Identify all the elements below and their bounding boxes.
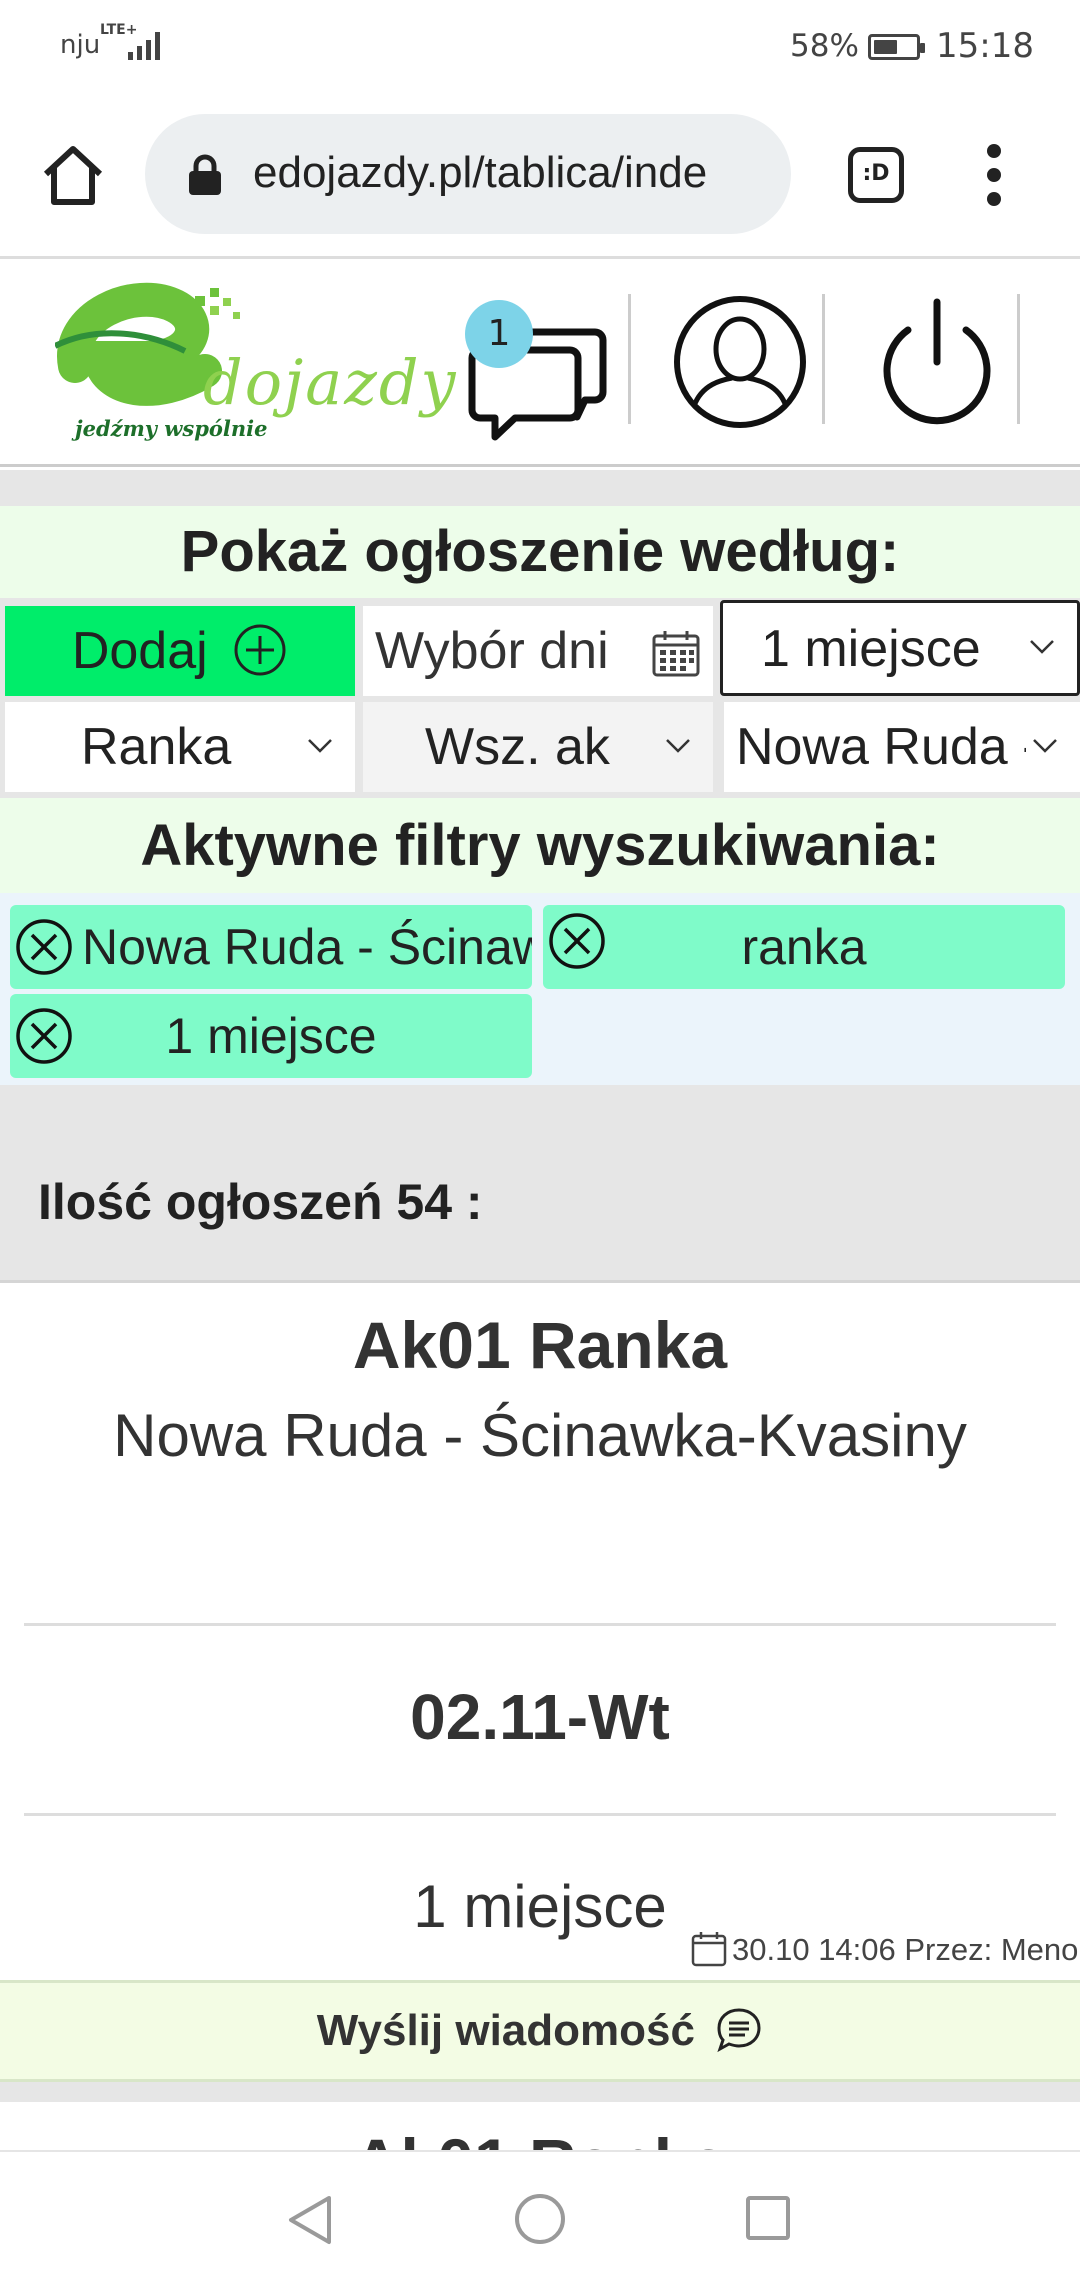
send-message-label: Wyślij wiadomość <box>316 2006 695 2055</box>
filter-controls: Dodaj Wybór dni 1 miejsce Ranka Wsz. ak <box>0 598 1080 798</box>
header-divider <box>822 294 825 424</box>
lock-icon <box>189 154 221 195</box>
listing-meta-text: 30.10 14:06 Przez: Meno <box>732 1932 1079 1967</box>
route-select[interactable]: Nowa Ruda - Ścinawka-Kvasiny <box>724 702 1080 792</box>
remove-filter-icon[interactable] <box>547 911 607 971</box>
filter-chip-time: ranka <box>543 905 1065 989</box>
listing-title: Ak01 Ranka <box>352 1308 728 1382</box>
header-divider <box>628 294 631 424</box>
listing-seats: 1 miejsce <box>413 1873 667 1940</box>
day-picker-label: Wybór dni <box>375 622 609 680</box>
carrier-name: nju <box>60 30 101 60</box>
header-divider <box>1017 294 1020 424</box>
clock: 15:18 <box>936 26 1034 66</box>
divider <box>24 1623 1056 1626</box>
chevron-down-icon <box>308 739 332 753</box>
site-header: dojazdy jedźmy wspólnie 1 <box>0 262 1080 467</box>
overflow-menu-icon[interactable] <box>975 140 1015 210</box>
day-picker-button[interactable]: Wybór dni <box>363 606 713 696</box>
status-bar: nju LTE+ 58% 15:18 <box>0 0 1080 92</box>
listing-route: Nowa Ruda - Ścinawka-Kvasiny <box>113 1402 967 1469</box>
add-listing-button[interactable]: Dodaj <box>5 606 355 696</box>
ak-select[interactable]: Wsz. ak <box>363 702 713 792</box>
listing-meta: 30.10 14:06 Przez: Meno <box>690 1931 1079 1968</box>
filters-heading: Pokaż ogłoszenie według: <box>0 506 1080 598</box>
messages-badge: 1 <box>465 300 533 368</box>
browser-toolbar: edojazdy.pl/tablica/inde :D <box>0 92 1080 259</box>
plus-circle-icon <box>234 624 286 676</box>
calendar-icon <box>652 631 700 677</box>
results-count-bar: Ilość ogłoszeń 54 : <box>0 1085 1080 1283</box>
battery-percent: 58% <box>790 28 859 64</box>
add-listing-label: Dodaj <box>71 622 208 680</box>
logo-tagline: jedźmy wspólnie <box>75 416 268 441</box>
chevron-down-icon <box>1033 739 1057 753</box>
filter-chip-label: Nowa Ruda - Ścinawka-Kvasiny <box>82 919 532 975</box>
listing-card[interactable]: Ak01 Ranka <box>0 2102 1080 2150</box>
time-of-day-select[interactable]: Ranka <box>5 702 355 792</box>
site-logo[interactable]: dojazdy jedźmy wspólnie <box>55 276 456 456</box>
spacer <box>0 470 1080 506</box>
battery-icon <box>868 34 925 60</box>
system-nav-bar <box>0 2150 1080 2280</box>
seats-select-value: 1 miejsce <box>761 620 981 678</box>
filter-chip-seats: 1 miejsce <box>10 994 532 1078</box>
recent-apps-icon[interactable] <box>744 2194 792 2242</box>
filter-chip-label: 1 miejsce <box>165 1008 377 1064</box>
reader-mode-icon[interactable]: :D <box>848 147 904 203</box>
filter-chip-route: Nowa Ruda - Ścinawka-Kvasiny <box>10 905 532 989</box>
ak-select-value: Wsz. ak <box>425 718 610 776</box>
address-bar[interactable]: edojazdy.pl/tablica/inde <box>145 114 791 234</box>
power-icon[interactable] <box>872 294 1002 430</box>
calendar-icon <box>691 1931 727 1967</box>
remove-filter-icon[interactable] <box>14 1006 74 1066</box>
chevron-down-icon <box>666 739 690 753</box>
user-icon[interactable] <box>672 294 808 430</box>
active-filters-heading: Aktywne filtry wyszukiwania: <box>0 798 1080 893</box>
divider <box>24 1813 1056 1816</box>
speech-bubble-icon <box>717 2008 761 2053</box>
active-filter-chips: Nowa Ruda - Ścinawka-Kvasiny ranka 1 mie… <box>0 893 1080 1085</box>
listing-date: 02.11-Wt <box>410 1681 670 1753</box>
url-text: edojazdy.pl/tablica/inde <box>253 148 708 197</box>
home-circle-icon[interactable] <box>513 2192 567 2246</box>
spacer <box>0 2082 1080 2102</box>
time-select-value: Ranka <box>81 718 232 776</box>
logo-wordmark: dojazdy <box>203 346 458 419</box>
filter-chip-label: ranka <box>741 919 867 975</box>
seats-select[interactable]: 1 miejsce <box>720 600 1080 696</box>
signal-icon <box>128 32 160 60</box>
home-icon[interactable] <box>38 140 108 210</box>
results-count: Ilość ogłoszeń 54 : <box>38 1174 483 1230</box>
back-icon[interactable] <box>285 2192 335 2248</box>
remove-filter-icon[interactable] <box>14 917 74 977</box>
chevron-down-icon <box>1030 640 1054 654</box>
route-select-value: Nowa Ruda - Ścinawka-Kvasiny <box>736 718 1026 776</box>
listing-title: Ak01 Ranka <box>0 2124 1080 2150</box>
send-message-button[interactable]: Wyślij wiadomość <box>0 1980 1080 2082</box>
